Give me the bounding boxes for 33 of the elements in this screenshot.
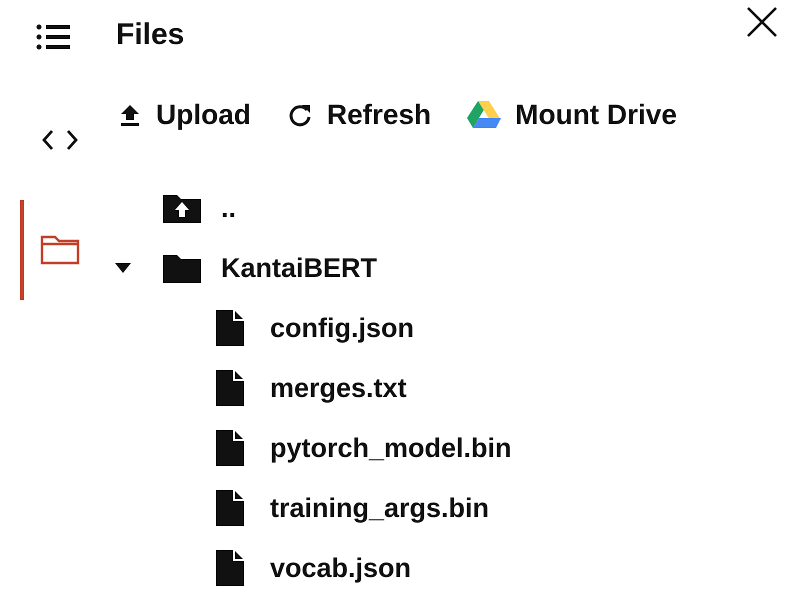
file-name: training_args.bin xyxy=(270,492,490,524)
close-icon[interactable] xyxy=(746,6,778,38)
file-icon xyxy=(216,310,244,346)
file-name: merges.txt xyxy=(270,372,407,404)
parent-folder-name: .. xyxy=(221,192,236,224)
file-name: config.json xyxy=(270,312,414,344)
folder-item[interactable]: KantaiBERT xyxy=(100,238,800,298)
refresh-icon xyxy=(286,102,313,128)
upload-icon xyxy=(118,103,142,127)
file-name: vocab.json xyxy=(270,552,412,584)
file-item[interactable]: training_args.bin xyxy=(100,478,800,538)
file-item[interactable]: pytorch_model.bin xyxy=(100,418,800,478)
file-icon xyxy=(216,430,244,466)
code-icon xyxy=(42,129,78,151)
refresh-button[interactable]: Refresh xyxy=(286,99,432,131)
folder-name: KantaiBERT xyxy=(221,252,378,284)
file-item[interactable]: config.json xyxy=(100,298,800,358)
upload-button[interactable]: Upload xyxy=(118,99,251,131)
parent-folder-item[interactable]: .. xyxy=(100,178,800,238)
drive-icon xyxy=(467,100,502,130)
caret-icon[interactable] xyxy=(115,263,131,273)
file-item[interactable]: vocab.json xyxy=(100,538,800,598)
folder-icon xyxy=(40,235,80,265)
menu-icon[interactable] xyxy=(36,24,70,50)
file-icon xyxy=(216,490,244,526)
file-icon xyxy=(216,550,244,586)
file-icon xyxy=(216,370,244,406)
folder-icon xyxy=(163,253,201,283)
panel-title: Files xyxy=(116,18,184,52)
drive-button[interactable]: Mount Drive xyxy=(467,99,677,131)
file-name: pytorch_model.bin xyxy=(270,432,512,464)
folder-up-icon xyxy=(163,193,201,223)
file-item[interactable]: merges.txt xyxy=(100,358,800,418)
